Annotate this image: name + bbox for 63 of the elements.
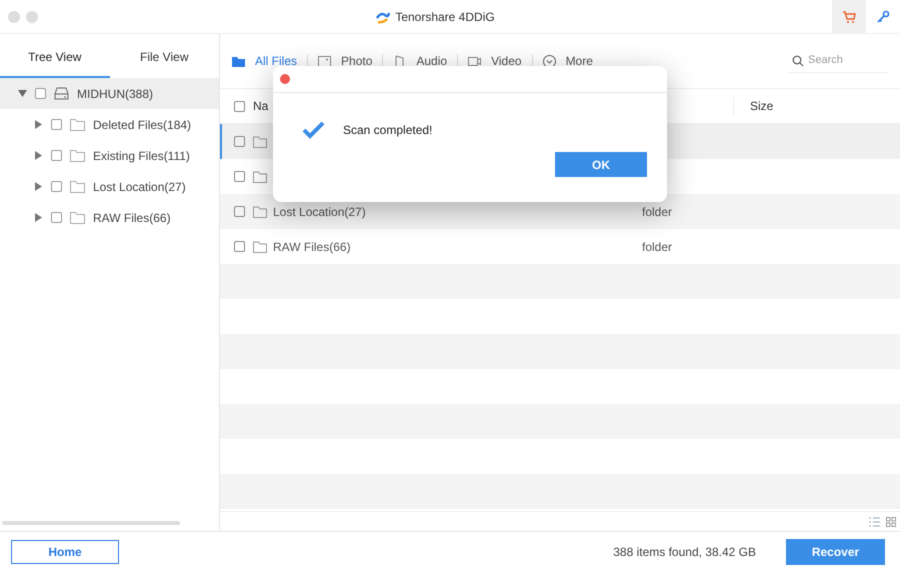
checkbox[interactable] (51, 181, 62, 192)
tree-item[interactable]: Deleted Files(184) (0, 109, 219, 140)
checkbox[interactable] (51, 150, 62, 161)
folder-icon (253, 206, 267, 218)
window-title: Tenorshare 4DDiG (395, 8, 495, 26)
tree-item[interactable]: Lost Location(27) (0, 171, 219, 202)
search-input[interactable]: Search (808, 52, 878, 69)
checkmark-icon (301, 121, 325, 139)
close-button[interactable] (280, 74, 290, 84)
folder-icon (253, 170, 267, 182)
tree-item[interactable]: MIDHUN(388) (0, 78, 219, 109)
expand-arrow-icon[interactable] (34, 182, 43, 191)
expand-arrow-icon[interactable] (34, 151, 43, 160)
filter-tab[interactable]: Audio (393, 52, 448, 70)
file-name: Lost Location(27) (273, 204, 367, 220)
video-camera-icon (468, 54, 482, 68)
folder-icon (70, 149, 85, 162)
filter-tab[interactable]: Video (468, 52, 522, 70)
checkbox[interactable] (234, 100, 245, 112)
checkbox[interactable] (35, 88, 46, 99)
checkbox[interactable] (234, 136, 245, 147)
logo-icon (375, 10, 392, 24)
tree-item[interactable]: Existing Files(111) (0, 140, 219, 171)
home-button[interactable]: Home (11, 540, 119, 564)
folder-icon (70, 118, 85, 131)
scrollbar[interactable] (2, 521, 180, 525)
view-tab[interactable]: File View (110, 38, 219, 78)
dialog-message: Scan completed! (343, 122, 432, 139)
status-text: 388 items found, 38.42 GB (613, 544, 756, 560)
column-header[interactable]: Size (750, 97, 774, 115)
cart-icon (842, 10, 856, 24)
file-type: folder (642, 204, 672, 220)
file-name: RAW Files(66) (273, 238, 352, 256)
checkbox[interactable] (234, 206, 245, 217)
folder-icon (232, 54, 245, 68)
tree-label: Deleted Files(184) (93, 116, 192, 134)
key-icon (876, 10, 890, 24)
expand-arrow-icon[interactable] (34, 213, 43, 222)
folder-icon (70, 211, 85, 224)
list-view-icon[interactable] (869, 516, 880, 526)
checkbox[interactable] (234, 171, 245, 182)
checkbox[interactable] (234, 241, 245, 252)
checkbox[interactable] (51, 212, 62, 223)
search-icon (792, 54, 804, 66)
collapse-arrow-icon[interactable] (18, 89, 27, 98)
tree-label: Lost Location(27) (93, 178, 186, 196)
filter-tab[interactable]: All Files (232, 52, 298, 70)
folder-icon (253, 136, 267, 148)
grid-view-icon[interactable] (886, 516, 896, 526)
tree-label: RAW Files(66) (93, 210, 171, 226)
expand-arrow-icon[interactable] (34, 120, 43, 129)
filter-tab[interactable]: More (542, 52, 593, 70)
file-type: folder (642, 238, 672, 256)
chevron-circle-icon (542, 54, 556, 68)
folder-icon (70, 180, 85, 193)
cart-button[interactable] (832, 0, 866, 34)
search-field[interactable]: Search (788, 49, 888, 73)
drive-icon (54, 87, 69, 100)
folder-icon (253, 240, 267, 252)
tree-item[interactable]: RAW Files(66) (0, 202, 219, 233)
tree-label: Existing Files(111) (93, 148, 190, 164)
tree-label: MIDHUN(388) (77, 86, 154, 102)
checkbox[interactable] (51, 119, 62, 130)
